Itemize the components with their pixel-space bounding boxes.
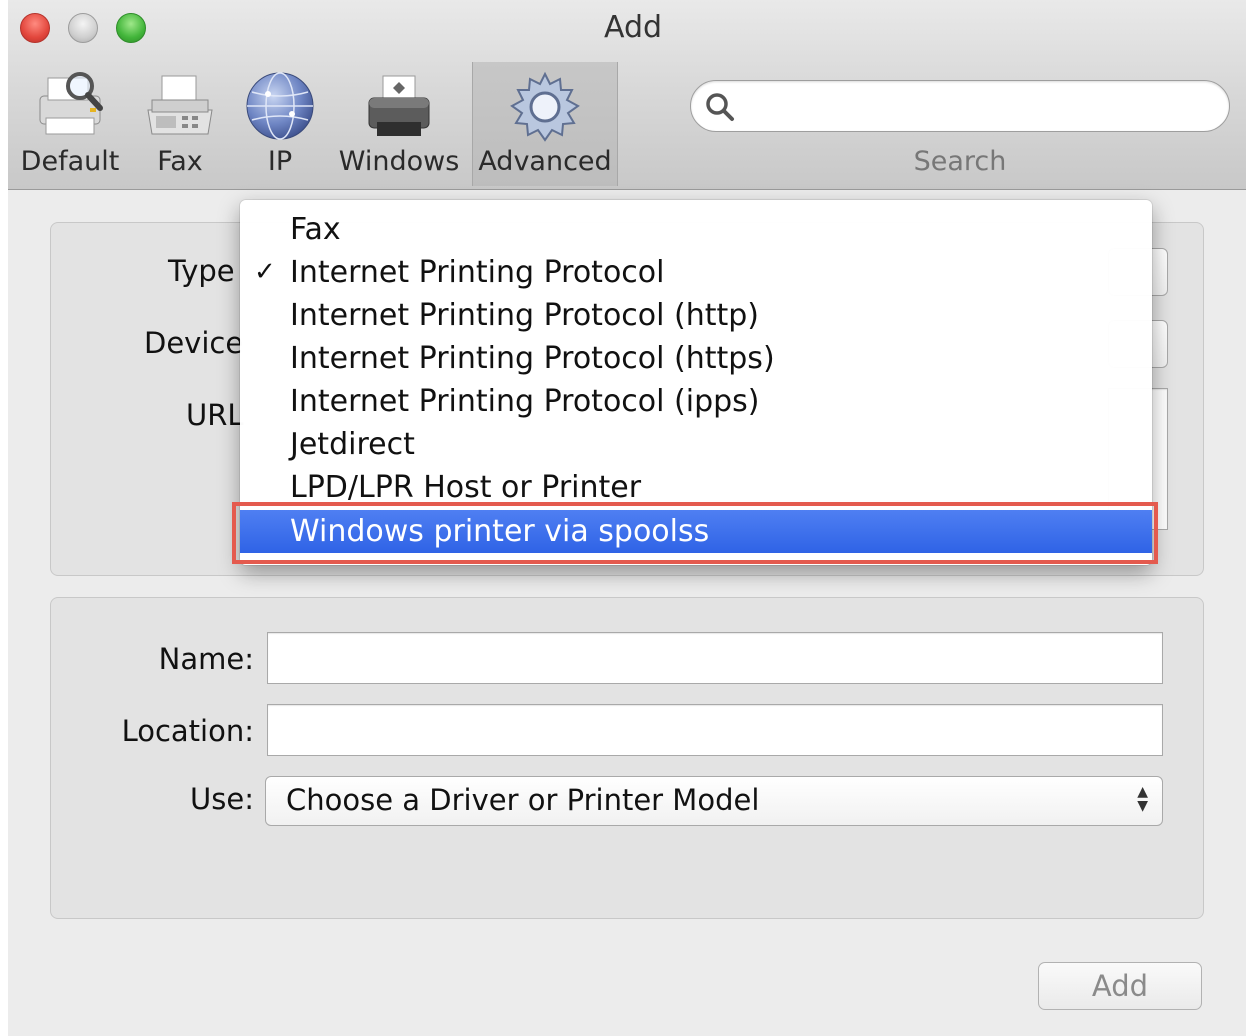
menu-item-label: Internet Printing Protocol (https) [290, 341, 775, 376]
type-label: Type [168, 254, 235, 288]
use-driver-value: Choose a Driver or Printer Model [286, 783, 760, 817]
toolbar-fax-label: Fax [157, 146, 203, 177]
add-button[interactable]: Add [1038, 962, 1202, 1010]
toolbar-fax-button[interactable]: Fax [134, 62, 226, 186]
menu-item-ipp-http[interactable]: Internet Printing Protocol (http) [240, 294, 1152, 337]
menu-item-label: Fax [290, 212, 341, 247]
menu-item-label: Internet Printing Protocol (ipps) [290, 384, 760, 419]
toolbar-windows-label: Windows [338, 146, 460, 177]
search-label: Search [913, 146, 1007, 177]
menu-item-ipp-https[interactable]: Internet Printing Protocol (https) [240, 337, 1152, 380]
search-input[interactable] [690, 80, 1230, 132]
toolbar-advanced-label: Advanced [478, 146, 612, 177]
menu-item-ipp-ipps[interactable]: Internet Printing Protocol (ipps) [240, 380, 1152, 423]
toolbar-ip-label: IP [267, 146, 293, 177]
menu-item-fax[interactable]: Fax [240, 208, 1152, 251]
up-down-arrows-icon: ▲ ▼ [1137, 784, 1148, 814]
window-title: Add [603, 10, 663, 45]
toolbar-default-label: Default [20, 146, 120, 177]
default-printer-icon [32, 70, 108, 144]
menu-item-ipp[interactable]: ✓ Internet Printing Protocol [240, 251, 1152, 294]
search-icon [705, 92, 735, 126]
use-driver-popup[interactable]: Choose a Driver or Printer Model ▲ ▼ [265, 776, 1163, 826]
printer-icon [363, 70, 435, 144]
toolbar-default-button[interactable]: Default [14, 62, 126, 186]
menu-item-label: Jetdirect [290, 427, 415, 462]
gear-icon [507, 70, 583, 150]
device-label: Device [144, 326, 244, 360]
fax-icon [142, 70, 218, 144]
location-label: Location: [121, 714, 254, 748]
menu-item-label: Internet Printing Protocol (http) [290, 298, 760, 333]
menu-item-label: Internet Printing Protocol [290, 255, 665, 290]
annotation-highlight-box [232, 502, 1158, 564]
name-label: Name: [158, 642, 254, 676]
name-field[interactable] [267, 632, 1163, 684]
toolbar-ip-button[interactable]: IP [234, 62, 326, 186]
menu-item-jetdirect[interactable]: Jetdirect [240, 423, 1152, 466]
toolbar-advanced-button[interactable]: Advanced [472, 62, 618, 186]
use-label: Use: [190, 782, 254, 816]
globe-icon [244, 70, 316, 146]
location-field[interactable] [267, 704, 1163, 756]
checkmark-icon: ✓ [254, 257, 276, 287]
url-label: URL [186, 398, 244, 432]
toolbar: Add Default Fax IP Windows Advanced Sear… [8, 0, 1246, 190]
toolbar-windows-button[interactable]: Windows [338, 62, 460, 186]
